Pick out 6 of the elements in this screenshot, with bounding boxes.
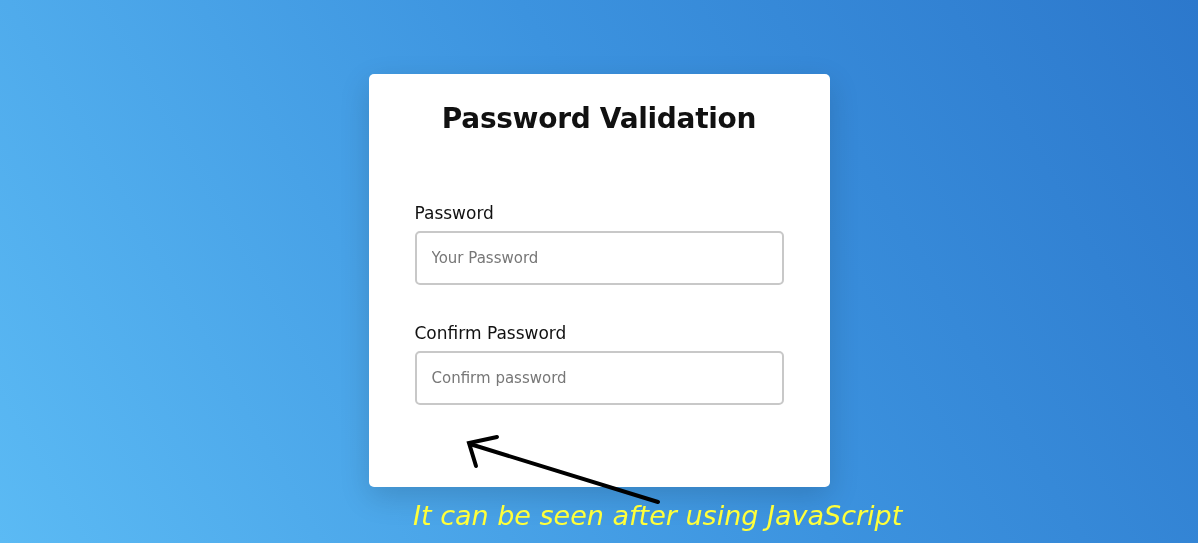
form-title: Password Validation <box>440 102 758 135</box>
password-field[interactable]: Your Password <box>414 231 784 285</box>
field-label: Password <box>414 203 494 223</box>
field-label: Confirm Password <box>414 323 567 343</box>
password-field[interactable]: Confirm password <box>414 351 784 405</box>
annotation-text: It can be seen after using JavaScript <box>413 500 903 531</box>
